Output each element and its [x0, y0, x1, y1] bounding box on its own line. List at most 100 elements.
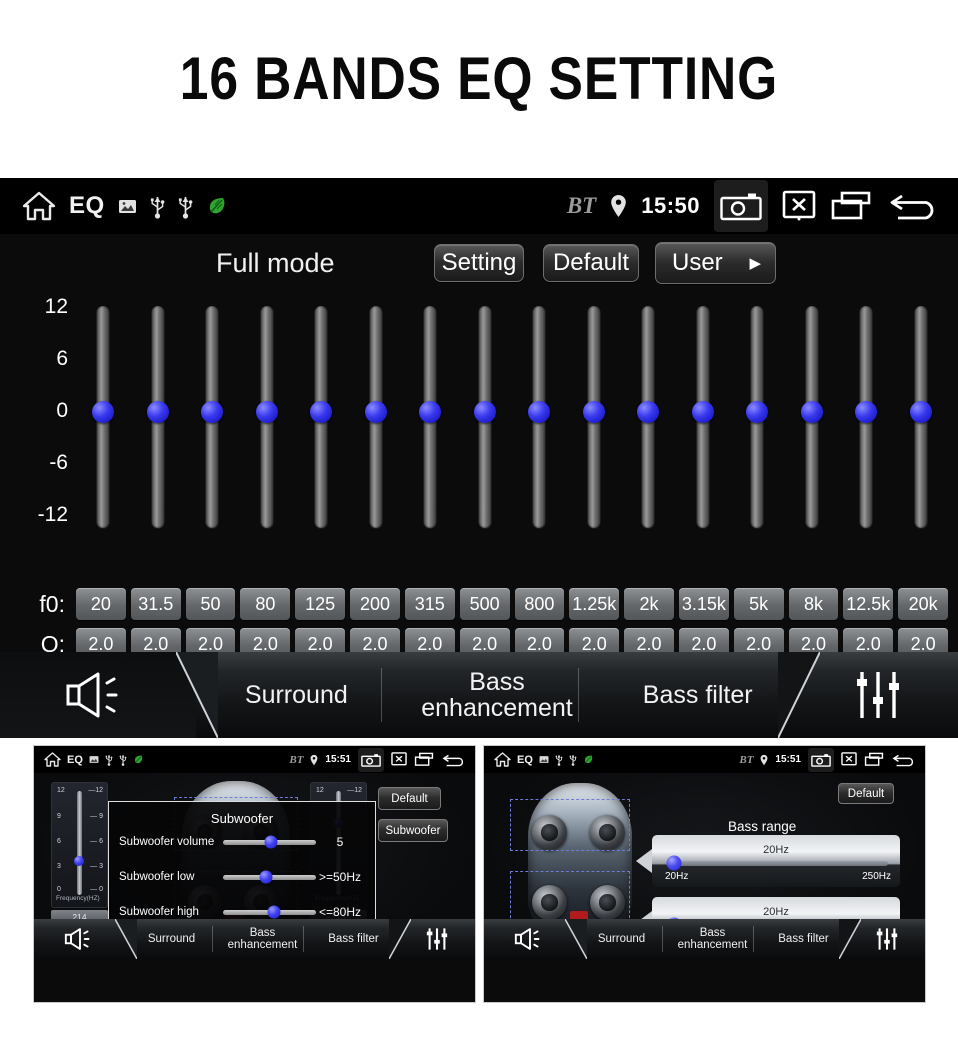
f0-cell[interactable]: 3.15k	[678, 588, 729, 620]
eq-band[interactable]	[894, 296, 949, 546]
tab-bass-filter[interactable]: Bass filter	[758, 919, 849, 959]
tab-bass-enhancement[interactable]: Bass enhancement	[667, 919, 758, 959]
eq-band-knob[interactable]	[909, 401, 932, 423]
f0-cell[interactable]: 125	[295, 588, 346, 620]
tab-speaker[interactable]	[34, 919, 137, 959]
eq-band[interactable]	[349, 296, 404, 546]
eq-band[interactable]	[131, 296, 186, 546]
eq-band-knob[interactable]	[691, 401, 714, 423]
f0-cell[interactable]: 31.5	[130, 588, 181, 620]
tab-bass-enhancement[interactable]: Bass enhancement	[397, 652, 598, 738]
setting-button[interactable]: Setting	[434, 244, 524, 282]
back-icon[interactable]	[441, 752, 467, 768]
sub-left-subwoofer-button[interactable]: Subwoofer	[378, 819, 448, 842]
f0-cell[interactable]: 50	[185, 588, 236, 620]
eq-band[interactable]	[403, 296, 458, 546]
eq-band[interactable]	[240, 296, 295, 546]
f0-cell[interactable]: 2k	[624, 588, 674, 620]
home-icon[interactable]	[44, 752, 61, 767]
eq-band-knob[interactable]	[855, 401, 878, 423]
f0-cell[interactable]: 80	[240, 588, 291, 620]
tab-speaker[interactable]	[0, 652, 218, 738]
default-button[interactable]: Default	[543, 244, 639, 282]
subwoofer-high-value: <=80Hz	[318, 905, 362, 919]
dialog-row-volume: Subwoofer volume 5	[119, 835, 367, 849]
tab-equalizer[interactable]	[778, 652, 958, 738]
f0-cell[interactable]: 500	[459, 588, 510, 620]
eq-band[interactable]	[676, 296, 731, 546]
tab-speaker[interactable]	[484, 919, 587, 959]
eq-band-knob[interactable]	[582, 401, 605, 423]
tab-equalizer[interactable]	[389, 919, 475, 959]
eq-band-knob[interactable]	[473, 401, 496, 423]
axis-label--12: -12	[37, 503, 68, 526]
sub-right-default-button[interactable]: Default	[838, 783, 894, 804]
eq-band[interactable]	[185, 296, 240, 546]
eq-band-knob[interactable]	[310, 401, 333, 423]
eq-band-knob[interactable]	[637, 401, 660, 423]
usb-icon	[105, 753, 113, 766]
eq-band-knob[interactable]	[746, 401, 769, 423]
user-preset-button[interactable]: User ▶	[655, 242, 776, 284]
eq-band[interactable]	[839, 296, 894, 546]
tab-bass-filter[interactable]: Bass filter	[308, 919, 399, 959]
tab-surround[interactable]: Surround	[196, 652, 397, 738]
camera-icon[interactable]	[358, 747, 384, 772]
eq-band-knob[interactable]	[201, 401, 224, 423]
eq-band-knob[interactable]	[255, 401, 278, 423]
home-icon[interactable]	[494, 752, 511, 767]
subwoofer-low-slider[interactable]	[223, 870, 316, 884]
eq-band-knob[interactable]	[146, 401, 169, 423]
f0-cell[interactable]: 20	[76, 588, 126, 620]
eq-band[interactable]	[621, 296, 676, 546]
screen-off-icon[interactable]	[841, 752, 857, 767]
screen-off-icon[interactable]	[391, 752, 407, 767]
f0-cell[interactable]: 20k	[898, 588, 948, 620]
eq-band-knob[interactable]	[528, 401, 551, 423]
eq-band[interactable]	[294, 296, 349, 546]
subwoofer-high-slider[interactable]	[223, 905, 316, 919]
tab-surround[interactable]: Surround	[576, 919, 667, 959]
leaf-icon	[583, 754, 593, 765]
tab-surround[interactable]: Surround	[126, 919, 217, 959]
eq-band-knob[interactable]	[419, 401, 442, 423]
f0-cell[interactable]: 200	[350, 588, 400, 620]
tab-divider	[753, 926, 754, 952]
f0-cell[interactable]: 1.25k	[569, 588, 620, 620]
home-icon[interactable]	[22, 191, 56, 221]
recents-icon[interactable]	[830, 190, 872, 222]
app-label-eq: EQ	[69, 192, 105, 219]
bass-range-track-1[interactable]	[666, 861, 888, 866]
eq-band-knob[interactable]	[800, 401, 823, 423]
tab-bass-filter[interactable]: Bass filter	[597, 652, 798, 738]
leaf-icon	[133, 754, 143, 765]
eq-band[interactable]	[730, 296, 785, 546]
eq-band[interactable]	[785, 296, 840, 546]
bass-range-slider-1[interactable]: 20Hz 20Hz 250Hz	[652, 835, 900, 887]
eq-band[interactable]	[567, 296, 622, 546]
f0-cell[interactable]: 800	[514, 588, 565, 620]
eq-band-knob[interactable]	[364, 401, 387, 423]
gain-axis: 12 6 0 -6 -12	[0, 295, 76, 582]
eq-band[interactable]	[76, 296, 131, 546]
camera-icon[interactable]	[714, 180, 768, 232]
recents-icon[interactable]	[414, 752, 434, 767]
f0-cell[interactable]: 8k	[788, 588, 839, 620]
recents-icon[interactable]	[864, 752, 884, 767]
f0-cell[interactable]: 12.5k	[843, 588, 894, 620]
left-eq-mini-panel[interactable]: 12 —12 9— 9 6— 6 3— 3 0— 0 Frequency(HZ)	[51, 782, 108, 908]
f0-cell[interactable]: 5k	[733, 588, 784, 620]
bass-range-knob-1[interactable]	[666, 855, 682, 871]
tab-equalizer[interactable]	[839, 919, 925, 959]
eq-band[interactable]	[458, 296, 513, 546]
eq-band[interactable]	[512, 296, 567, 546]
back-icon[interactable]	[886, 189, 942, 223]
screen-off-icon[interactable]	[782, 190, 816, 222]
subwoofer-volume-slider[interactable]	[223, 835, 316, 849]
eq-band-knob[interactable]	[92, 401, 115, 423]
tab-bass-enhancement[interactable]: Bass enhancement	[217, 919, 308, 959]
f0-cell[interactable]: 315	[404, 588, 455, 620]
camera-icon[interactable]	[808, 747, 834, 772]
back-icon[interactable]	[891, 752, 917, 768]
sub-left-default-button[interactable]: Default	[378, 787, 441, 810]
